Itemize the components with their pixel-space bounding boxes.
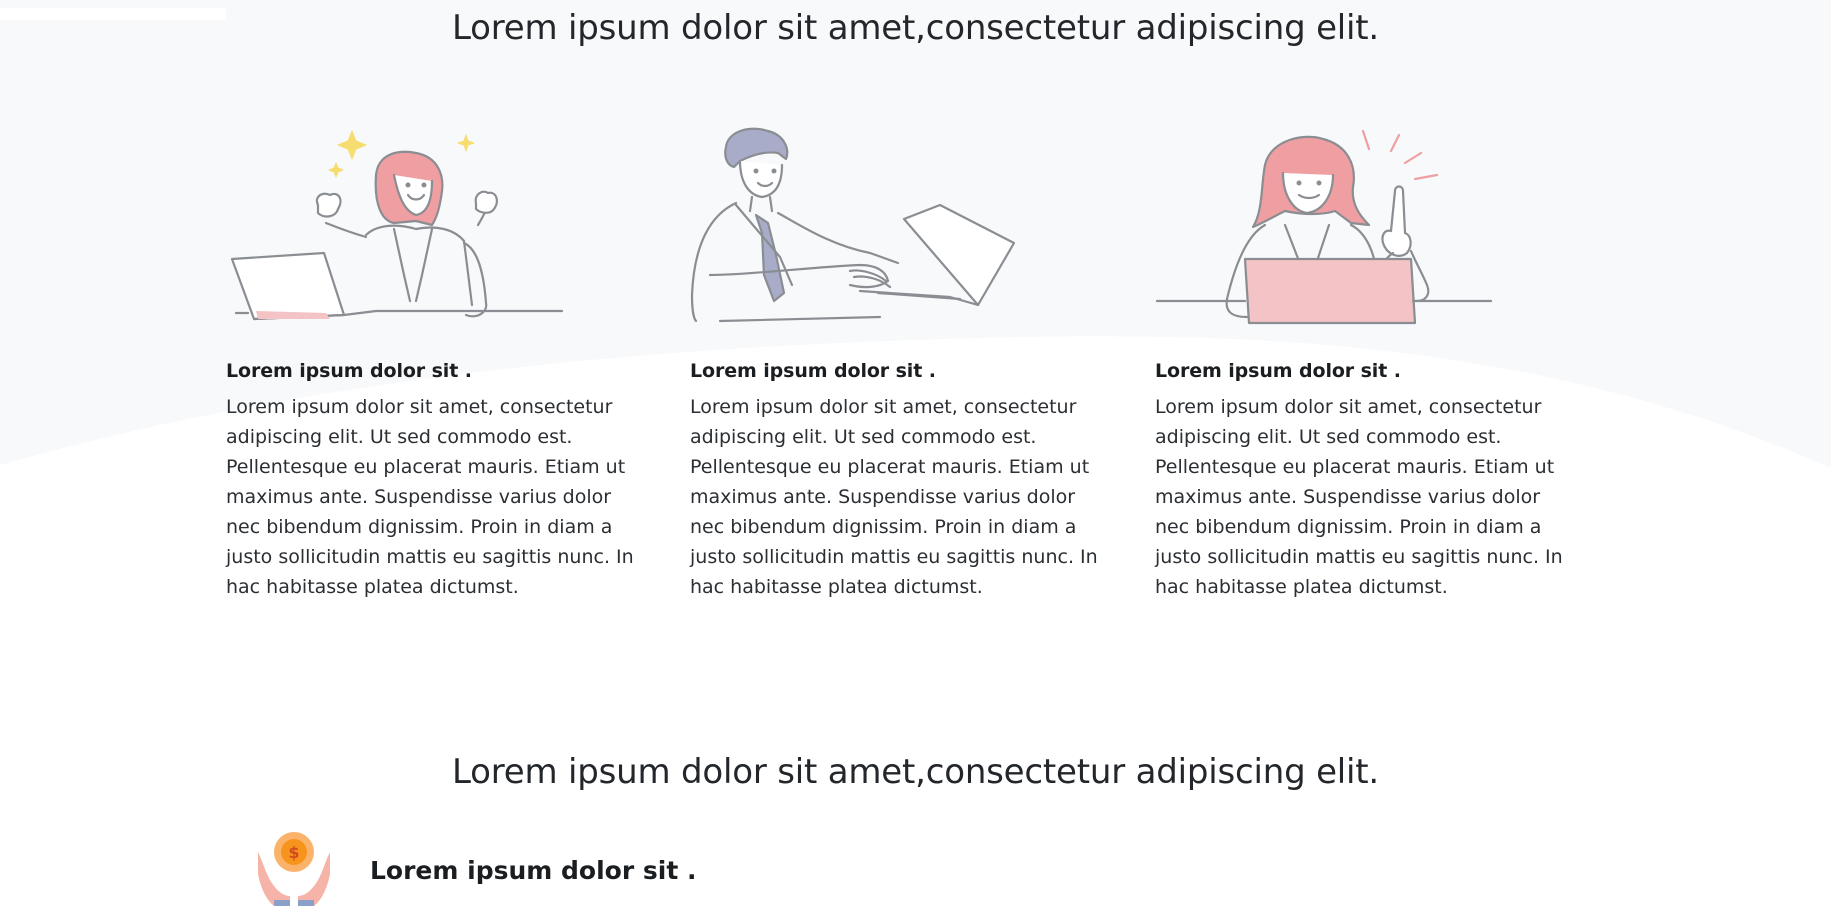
woman-idea-at-laptop-illustration bbox=[1155, 129, 1493, 325]
feature-heading: Lorem ipsum dolor sit . bbox=[370, 856, 697, 885]
feature-item: $ Lorem ipsum dolor sit . bbox=[252, 830, 697, 906]
feature-card: Lorem ipsum dolor sit . Lorem ipsum dolo… bbox=[1155, 125, 1565, 602]
card-body: Lorem ipsum dolor sit amet, consectetur … bbox=[226, 396, 634, 598]
woman-celebrating-at-laptop-illustration bbox=[230, 130, 564, 321]
card-heading: Lorem ipsum dolor sit . bbox=[690, 360, 936, 382]
card-body: Lorem ipsum dolor sit amet, consectetur … bbox=[1155, 396, 1563, 598]
feature-card: Lorem ipsum dolor sit . Lorem ipsum dolo… bbox=[690, 125, 1100, 602]
card-heading: Lorem ipsum dolor sit . bbox=[226, 360, 472, 382]
feature-card: Lorem ipsum dolor sit . Lorem ipsum dolo… bbox=[226, 125, 636, 602]
man-typing-on-laptop-illustration bbox=[690, 127, 1016, 323]
card-heading: Lorem ipsum dolor sit . bbox=[1155, 360, 1401, 382]
card-body: Lorem ipsum dolor sit amet, consectetur … bbox=[690, 396, 1098, 598]
section-title: Lorem ipsum dolor sit amet,consectetur a… bbox=[451, 752, 1380, 792]
section-title: Lorem ipsum dolor sit amet,consectetur a… bbox=[451, 8, 1380, 48]
svg-text:$: $ bbox=[288, 843, 299, 862]
hands-holding-coin-icon: $ bbox=[258, 832, 330, 906]
